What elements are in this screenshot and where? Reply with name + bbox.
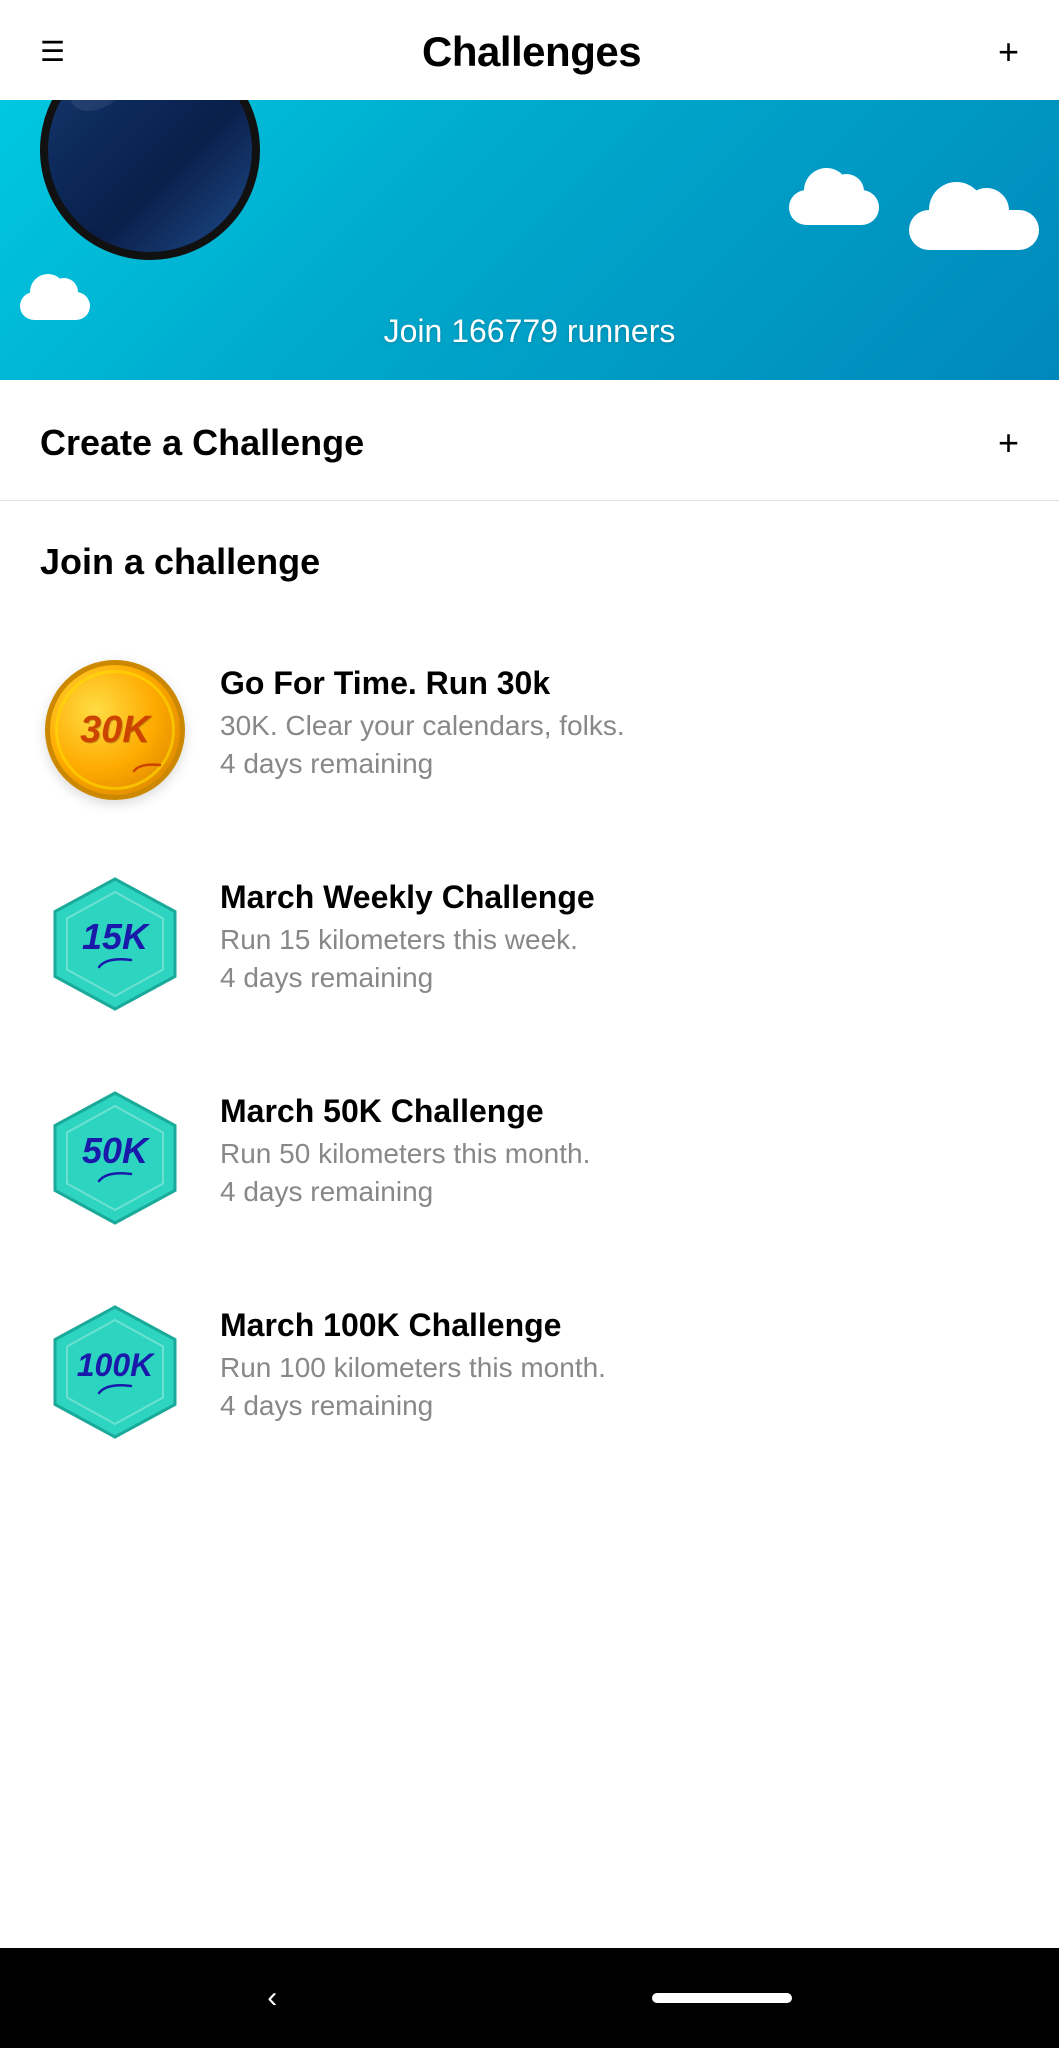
badge-hex-15k: 15K (45, 874, 185, 1014)
hero-banner: Join 166779 runners (0, 100, 1059, 380)
challenge-remaining: 4 days remaining (220, 1390, 606, 1422)
badge-hex-100k: 100K (45, 1302, 185, 1442)
challenge-description: Run 50 kilometers this month. (220, 1138, 590, 1170)
challenge-description: Run 15 kilometers this week. (220, 924, 595, 956)
create-challenge-row[interactable]: Create a Challenge + (0, 380, 1059, 501)
challenge-name: March 50K Challenge (220, 1093, 590, 1130)
join-section-title: Join a challenge (40, 541, 1019, 583)
swoosh-icon (97, 1381, 133, 1395)
list-item[interactable]: 15K March Weekly Challenge Run 15 kilome… (40, 837, 1019, 1051)
cloud-decoration-1 (789, 190, 879, 225)
globe-image (40, 100, 260, 260)
badge-15k-label: 15K (82, 919, 148, 955)
cloud-decoration-3 (20, 292, 90, 320)
home-indicator[interactable] (652, 1993, 792, 2003)
challenge-name: March 100K Challenge (220, 1307, 606, 1344)
challenge-info-100k: March 100K Challenge Run 100 kilometers … (220, 1297, 606, 1422)
header-add-icon[interactable]: + (998, 34, 1019, 70)
challenge-badge-30k: 30K (40, 655, 190, 805)
cloud-decoration-2 (909, 210, 1039, 250)
badge-coin-30k: 30K (45, 660, 185, 800)
challenge-info-15k: March Weekly Challenge Run 15 kilometers… (220, 869, 595, 994)
challenge-info-50k: March 50K Challenge Run 50 kilometers th… (220, 1083, 590, 1208)
create-challenge-label: Create a Challenge (40, 422, 364, 464)
hero-join-text: Join 166779 runners (384, 313, 676, 350)
create-challenge-add-icon[interactable]: + (998, 422, 1019, 464)
app-header: ☰ Challenges + (0, 0, 1059, 100)
badge-hex-50k: 50K (45, 1088, 185, 1228)
page-title: Challenges (422, 28, 641, 76)
list-item[interactable]: 30K Go For Time. Run 30k 30K. Clear your… (40, 623, 1019, 837)
bottom-navigation-bar: ‹ (0, 1948, 1059, 2048)
badge-100k-label: 100K (77, 1349, 154, 1381)
challenge-name: March Weekly Challenge (220, 879, 595, 916)
back-button[interactable]: ‹ (267, 1981, 277, 2015)
swoosh-icon (97, 1169, 133, 1183)
challenge-badge-50k: 50K (40, 1083, 190, 1233)
challenge-info-30k: Go For Time. Run 30k 30K. Clear your cal… (220, 655, 625, 780)
join-section: Join a challenge 30K Go For Time. Run 30… (0, 501, 1059, 1479)
badge-50k-label: 50K (82, 1133, 148, 1169)
badge-30k-label: 30K (80, 709, 150, 752)
swoosh-icon (132, 761, 162, 773)
challenge-badge-100k: 100K (40, 1297, 190, 1447)
challenge-description: Run 100 kilometers this month. (220, 1352, 606, 1384)
list-item[interactable]: 100K March 100K Challenge Run 100 kilome… (40, 1265, 1019, 1479)
challenge-remaining: 4 days remaining (220, 1176, 590, 1208)
challenge-list: 30K Go For Time. Run 30k 30K. Clear your… (40, 623, 1019, 1479)
challenge-remaining: 4 days remaining (220, 962, 595, 994)
challenge-badge-15k: 15K (40, 869, 190, 1019)
swoosh-icon (97, 955, 133, 969)
challenge-name: Go For Time. Run 30k (220, 665, 625, 702)
challenge-description: 30K. Clear your calendars, folks. (220, 710, 625, 742)
challenge-remaining: 4 days remaining (220, 748, 625, 780)
list-item[interactable]: 50K March 50K Challenge Run 50 kilometer… (40, 1051, 1019, 1265)
menu-icon[interactable]: ☰ (40, 38, 65, 66)
